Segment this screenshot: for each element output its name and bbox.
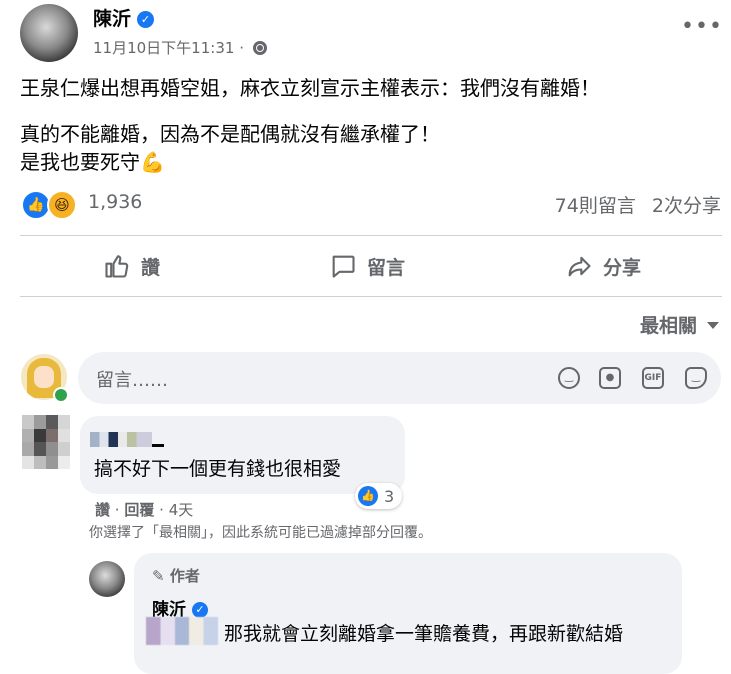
action-separator: · — [114, 501, 120, 519]
more-options-button[interactable]: ••• — [681, 14, 723, 39]
comment-button-label: 留言 — [367, 256, 406, 279]
camera-icon[interactable]: ● — [599, 367, 621, 389]
verified-badge-icon: ✓ — [137, 11, 155, 28]
avatar-face — [34, 366, 54, 388]
pencil-icon: ✎ — [152, 567, 165, 585]
share-button-label: 分享 — [603, 256, 642, 279]
meta-separator: · — [239, 39, 244, 57]
share-count[interactable]: 2次分享 — [652, 195, 721, 217]
comment-input[interactable]: 留言…… ‿ ● GIF ‿ — [78, 352, 721, 404]
comment-text: 搞不好下一個更有錢也很相愛 — [94, 458, 342, 480]
divider — [20, 235, 722, 236]
post-text-line: 是我也要死守💪 — [20, 150, 165, 174]
comment-count[interactable]: 74則留言 — [555, 195, 636, 217]
author-name[interactable]: 陳沂 ✓ — [93, 4, 155, 31]
share-arrow-icon — [568, 256, 591, 277]
comment-like-button[interactable]: 讚 — [95, 501, 110, 519]
comment-button[interactable]: 留言 — [329, 250, 405, 282]
author-badge-label: 作者 — [169, 567, 200, 585]
thumbs-up-icon — [105, 255, 129, 278]
online-status-icon — [53, 387, 69, 403]
reaction-count[interactable]: 1,936 — [88, 191, 142, 213]
post-stats: 74則留言 2次分享 — [545, 191, 721, 218]
comment-like-count: 3 — [384, 486, 395, 506]
verified-badge-icon: ✓ — [192, 602, 208, 618]
filter-note: 你選擇了「最相關」，因此系統可能已過濾掉部分回覆。 — [89, 525, 432, 541]
haha-reaction-icon[interactable]: 😆 — [47, 190, 77, 220]
action-separator: · — [159, 501, 164, 519]
commenter-avatar[interactable] — [22, 415, 70, 469]
reply-author-avatar[interactable] — [89, 561, 125, 597]
author-badge: ✎ 作者 — [152, 565, 200, 586]
comment-sort-dropdown[interactable]: 最相關 — [640, 311, 719, 338]
post-text-line: 王泉仁爆出想再婚空姐，麻衣立刻宣示主權表示：我們沒有離婚！ — [20, 76, 600, 100]
emoji-icon[interactable]: ‿ — [558, 367, 580, 389]
reply-text: 那我就會立刻離婚拿一筆贍養費，再跟新歡結婚 — [224, 623, 624, 645]
share-button[interactable]: 分享 — [565, 250, 641, 282]
reply-bubble: ✎ 作者 陳沂 ✓ 那我就會立刻離婚拿一筆贍養費，再跟新歡結婚 — [134, 553, 682, 674]
comment-like-badge[interactable]: 👍 3 — [355, 483, 403, 509]
post-meta: 11月10日下午11:31 · — [93, 37, 267, 58]
commenter-name-redacted[interactable] — [90, 432, 152, 447]
speech-bubble-icon — [332, 255, 355, 278]
author-avatar[interactable] — [20, 4, 78, 62]
post-timestamp[interactable]: 11月10日下午11:31 — [93, 39, 234, 57]
author-name-text[interactable]: 陳沂 — [93, 8, 131, 30]
commenter-name-redacted-tail — [152, 444, 164, 447]
sticker-icon[interactable]: ‿ — [685, 367, 707, 389]
globe-icon — [252, 41, 267, 55]
comment-reply-button[interactable]: 回覆 — [124, 501, 154, 519]
like-button-label: 讚 — [141, 256, 161, 279]
post-text-line: 真的不能離婚，因為不是配偶就沒有繼承權了！ — [20, 122, 440, 146]
comment-bubble: 搞不好下一個更有錢也很相愛 — [80, 416, 405, 494]
like-button[interactable]: 讚 — [103, 250, 160, 282]
post-body: 王泉仁爆出想再婚空姐，麻衣立刻宣示主權表示：我們沒有離婚！ 真的不能離婚，因為不… — [20, 74, 600, 194]
comment-age[interactable]: 4天 — [169, 501, 194, 519]
comment-input-placeholder: 留言…… — [96, 370, 168, 391]
sort-label: 最相關 — [639, 315, 697, 337]
caret-down-icon — [707, 322, 719, 329]
divider — [20, 296, 722, 297]
gif-icon[interactable]: GIF — [642, 367, 664, 389]
like-reaction-icon: 👍 — [358, 486, 378, 506]
comment-actions: 讚 · 回覆 · 4天 — [95, 499, 193, 520]
